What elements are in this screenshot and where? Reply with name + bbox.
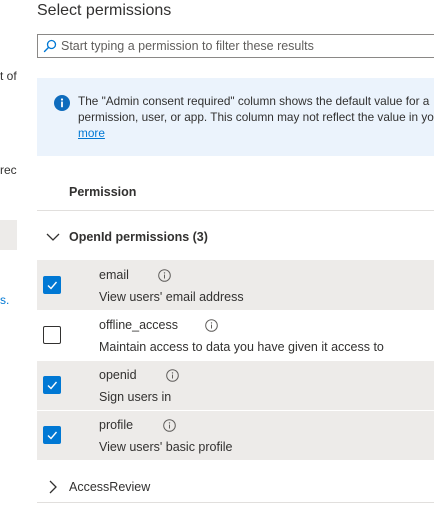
permission-search-input[interactable] — [61, 39, 434, 53]
info-line: The "Admin consent required" column show… — [78, 94, 430, 108]
permission-search-box[interactable] — [37, 34, 434, 58]
group-label: AccessReview — [69, 480, 151, 494]
divider — [37, 502, 434, 503]
permission-name: email — [99, 268, 129, 282]
permission-description: View users' email address — [99, 290, 244, 304]
permission-row-openid[interactable]: openid Sign users in — [37, 360, 434, 410]
select-permissions-panel: Select permissions The "Admin consent re… — [17, 0, 434, 515]
chevron-down-icon — [46, 233, 60, 241]
permission-row-email[interactable]: email View users' email address — [37, 260, 434, 310]
divider — [37, 410, 434, 411]
background-row — [0, 220, 17, 250]
divider — [37, 360, 434, 361]
background-text: t of — [0, 69, 17, 83]
chevron-right-icon — [49, 480, 57, 494]
permission-checkbox[interactable] — [43, 426, 61, 444]
background-text: rec — [0, 163, 17, 177]
checkmark-icon — [47, 281, 58, 290]
info-circle-icon[interactable] — [205, 319, 218, 332]
permission-name: offline_access — [99, 318, 178, 332]
info-circle-icon[interactable] — [158, 269, 171, 282]
permission-row-profile[interactable]: profile View users' basic profile — [37, 410, 434, 460]
permission-row-offline-access[interactable]: offline_access Maintain access to data y… — [37, 310, 434, 360]
info-banner: The "Admin consent required" column show… — [37, 78, 434, 156]
permission-checkbox[interactable] — [43, 326, 61, 344]
background-link[interactable]: s. — [0, 293, 9, 307]
permission-name: openid — [99, 368, 137, 382]
permission-description: Sign users in — [99, 390, 172, 404]
divider — [37, 210, 434, 211]
info-line: permission, user, or app. This column ma… — [78, 110, 434, 124]
learn-more-link[interactable]: more — [78, 126, 105, 140]
search-icon — [43, 39, 57, 53]
info-icon — [54, 95, 70, 111]
permission-checkbox[interactable] — [43, 376, 61, 394]
permission-description: View users' basic profile — [99, 440, 233, 454]
permission-checkbox[interactable] — [43, 276, 61, 294]
background-page: t of rec s. — [0, 0, 17, 515]
info-message: The "Admin consent required" column show… — [78, 93, 434, 141]
divider — [37, 310, 434, 311]
panel-title: Select permissions — [37, 2, 172, 19]
group-header-accessreview[interactable]: AccessReview — [37, 476, 434, 498]
info-circle-icon[interactable] — [166, 369, 179, 382]
info-circle-icon[interactable] — [163, 419, 176, 432]
permission-name: profile — [99, 418, 134, 432]
checkmark-icon — [47, 381, 58, 390]
permission-column-header: Permission — [69, 185, 137, 199]
group-header-openid[interactable]: OpenId permissions (3) — [37, 224, 434, 250]
permission-description: Maintain access to data you have given i… — [99, 340, 384, 354]
group-label: OpenId permissions (3) — [69, 230, 208, 244]
checkmark-icon — [47, 431, 58, 440]
